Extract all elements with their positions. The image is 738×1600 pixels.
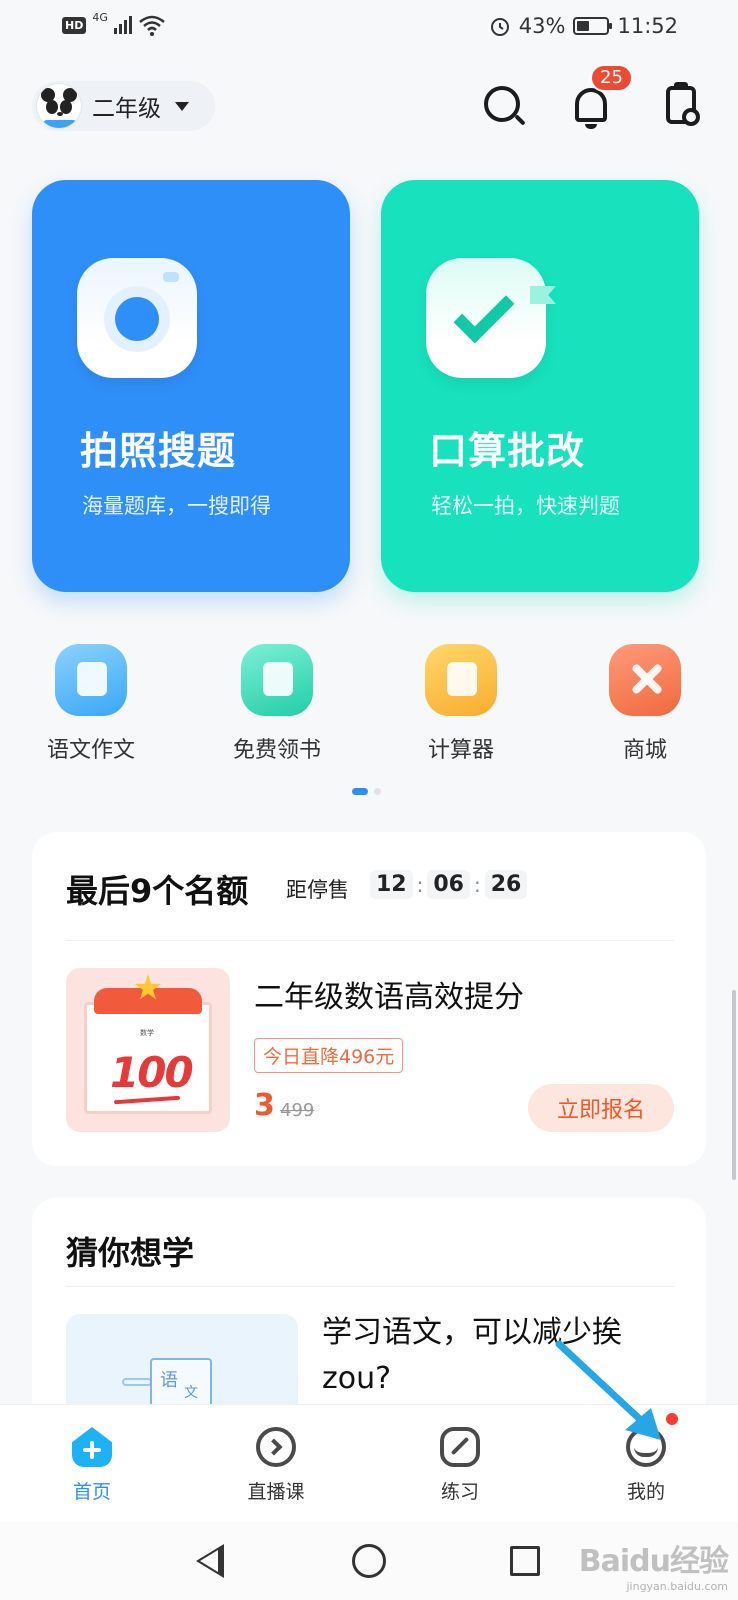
grade-selector[interactable]: 二年级 — [32, 81, 215, 131]
discount-tag: 今日直降496元 — [254, 1038, 404, 1073]
thumb-caption: 数学 — [140, 1029, 154, 1037]
notifications-button[interactable]: 25 — [562, 64, 633, 136]
grade-label: 二年级 — [92, 96, 161, 122]
home-icon — [70, 1425, 114, 1469]
wifi-icon — [139, 15, 165, 36]
composition-icon — [55, 644, 127, 716]
clock: 11:52 — [617, 14, 678, 38]
countdown-seconds: 26 — [484, 870, 528, 899]
camera-icon — [77, 258, 197, 378]
thumb-char-2: 文 — [184, 1385, 198, 1401]
annotation-arrow-icon — [555, 1340, 661, 1440]
original-price: 499 — [280, 1100, 315, 1121]
photo-search-card[interactable]: 拍照搜题 海量题库，一搜即得 — [32, 180, 350, 592]
photo-search-title: 拍照搜题 — [80, 429, 237, 473]
thumb-char-1: 语 — [160, 1370, 178, 1391]
system-nav-bar: Baidu经验 jingyan.baidu.com — [0, 1522, 738, 1600]
caret-down-icon — [175, 101, 189, 111]
countdown-timer: 12 : 06 : 26 — [370, 870, 528, 899]
mall-icon — [609, 644, 681, 716]
watermark: Baidu经验 jingyan.baidu.com — [560, 1536, 729, 1593]
photo-search-subtitle: 海量题库，一搜即得 — [82, 494, 271, 518]
tab-practice[interactable]: 练习 — [400, 1425, 520, 1504]
quick-entry-mall[interactable]: 商城 — [580, 644, 710, 764]
divider — [66, 940, 674, 941]
tab-label: 练习 — [440, 1481, 479, 1503]
divider — [66, 1286, 674, 1287]
tab-home[interactable]: 首页 — [32, 1425, 152, 1504]
quick-entry-free-book[interactable]: 免费领书 — [212, 644, 342, 764]
status-bar: HD 4G 43% 11:52 — [0, 0, 738, 58]
course-name[interactable]: 二年级数语高效提分 — [254, 972, 524, 1016]
battery-icon — [573, 17, 613, 35]
signup-button[interactable]: 立即报名 — [528, 1084, 674, 1132]
quick-entry-label: 计算器 — [427, 738, 494, 763]
mental-math-title: 口算批改 — [429, 429, 586, 473]
check-icon — [426, 258, 556, 378]
free-book-icon — [241, 644, 313, 716]
network-type: 4G — [92, 10, 108, 24]
tab-label: 直播课 — [247, 1481, 305, 1503]
promo-card: 最后9个名额 距停售 12 : 06 : 26 数学 100 二年级数语高效提分… — [32, 832, 706, 1166]
tab-label: 首页 — [72, 1481, 111, 1503]
top-header: 二年级 25 — [0, 64, 738, 136]
calculator-icon — [425, 644, 497, 716]
quick-entry-label: 语文作文 — [46, 738, 135, 763]
back-icon[interactable] — [196, 1544, 224, 1578]
score-100: 100 — [110, 1048, 194, 1097]
glasses-icon — [122, 1378, 152, 1386]
search-icon[interactable] — [474, 78, 532, 136]
quick-entry-composition[interactable]: 语文作文 — [26, 644, 156, 764]
recents-icon[interactable] — [510, 1546, 540, 1576]
mental-math-card[interactable]: 口算批改 轻松一拍，快速判题 — [381, 180, 699, 592]
battery-percent: 43% — [518, 14, 566, 38]
clipboard-clock-icon[interactable] — [652, 78, 710, 136]
hd-indicator: HD — [62, 16, 87, 34]
countdown-hours: 12 — [370, 870, 413, 899]
quick-entry-label: 商城 — [622, 738, 667, 763]
pager-dot-active — [352, 788, 368, 795]
mental-math-subtitle: 轻松一拍，快速判题 — [431, 494, 620, 518]
live-class-icon — [254, 1425, 298, 1469]
promo-title: 最后9个名额 — [66, 872, 249, 910]
alarm-icon — [490, 18, 509, 36]
course-price: 3 — [254, 1088, 275, 1123]
recommend-title: 猜你想学 — [66, 1234, 195, 1272]
course-thumbnail[interactable]: 数学 100 — [66, 968, 230, 1132]
countdown-label: 距停售 — [286, 878, 349, 902]
tab-label: 我的 — [626, 1481, 665, 1503]
quick-entry-label: 免费领书 — [232, 738, 321, 763]
pager-dots — [352, 788, 381, 795]
quick-entry-calculator[interactable]: 计算器 — [396, 644, 526, 764]
countdown-minutes: 06 — [427, 870, 470, 899]
watermark-sub: jingyan.baidu.com — [626, 1580, 728, 1593]
panda-avatar-icon — [36, 83, 82, 129]
signal-icon — [113, 16, 132, 34]
home-circle-icon[interactable] — [352, 1544, 386, 1578]
scrollbar[interactable] — [732, 990, 736, 1180]
watermark-main: Baidu经验 — [578, 1544, 729, 1579]
tab-live-class[interactable]: 直播课 — [216, 1425, 336, 1504]
bell-icon — [575, 88, 607, 122]
notification-badge: 25 — [590, 64, 633, 92]
pager-dot — [374, 788, 381, 795]
practice-icon — [438, 1425, 482, 1469]
